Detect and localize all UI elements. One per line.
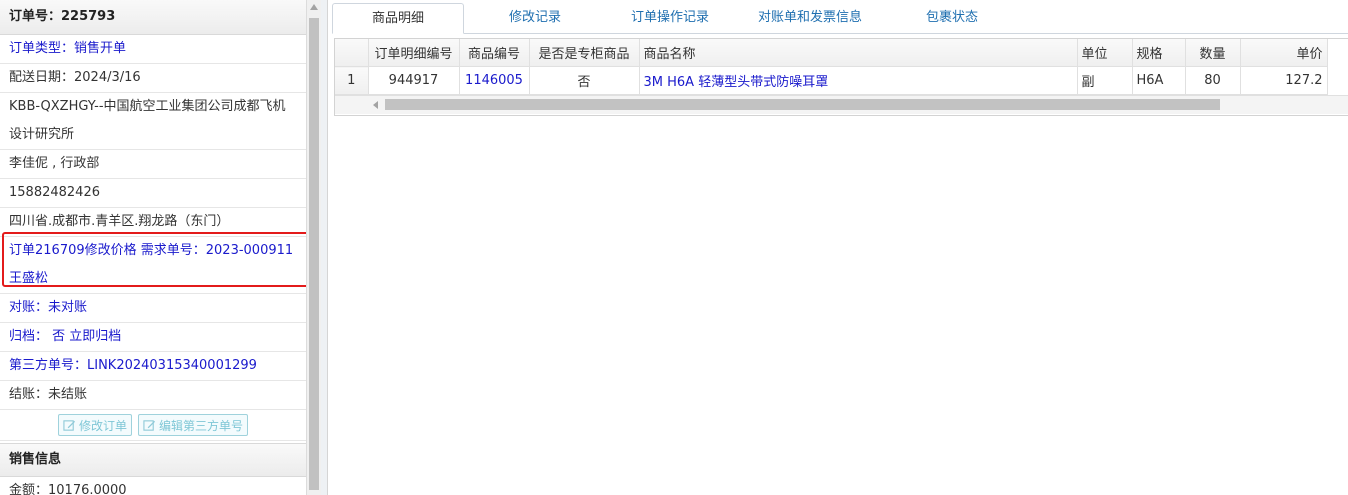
column-header[interactable]: 数量 [1185, 39, 1241, 67]
detail-tabs: 商品明细 修改记录 订单操作记录 对账单和发票信息 包裹状态 [332, 3, 1348, 34]
tab-package-status[interactable]: 包裹状态 [897, 3, 1007, 32]
column-header[interactable]: 是否是专柜商品 [529, 39, 640, 67]
product-number-link[interactable]: 1146005 [459, 66, 530, 95]
settlement-status: 结账：未结账 [0, 381, 306, 410]
order-type: 订单类型：销售开单 [0, 35, 306, 64]
delivery-date: 配送日期：2024/3/16 [0, 64, 306, 93]
order-number-header: 订单号：225793 [0, 0, 306, 35]
tab-operation-log[interactable]: 订单操作记录 [610, 3, 730, 32]
product-name-link[interactable]: 3M H6A 轻薄型头带式防噪耳罩 [639, 66, 1078, 95]
order-amount: 金额：10176.0000 [0, 477, 306, 495]
table-row[interactable]: 1 944917 1146005 否 3M H6A 轻薄型头带式防噪耳罩 副 H… [335, 66, 1328, 95]
detail-area: 商品明细 修改记录 订单操作记录 对账单和发票信息 包裹状态 订单明细编号 商品… [332, 0, 1348, 495]
tab-statement-invoice[interactable]: 对账单和发票信息 [740, 3, 880, 32]
detail-number-cell: 944917 [368, 66, 460, 95]
archive-status[interactable]: 归档： 否 立即归档 [0, 323, 306, 352]
tab-modify-log[interactable]: 修改记录 [475, 3, 595, 32]
reconciliation-status: 对账：未对账 [0, 294, 306, 323]
edit-third-party-label: 编辑第三方单号 [159, 418, 244, 433]
edit-icon [143, 419, 156, 431]
column-header[interactable]: 规格 [1132, 39, 1186, 67]
order-action-bar: 修改订单 编辑第三方单号 [0, 410, 306, 441]
sales-info-header: 销售信息 [0, 443, 306, 477]
order-info-panel: 订单号：225793 订单类型：销售开单 配送日期：2024/3/16 KBB-… [0, 0, 307, 495]
tab-product-detail[interactable]: 商品明细 [332, 3, 464, 34]
delivery-address: 四川省.成都市.青羊区.翔龙路（东门） [0, 208, 306, 237]
column-header[interactable]: 商品编号 [459, 39, 530, 67]
order-remark: 订单216709修改价格 需求单号：2023-000911王盛松 [0, 237, 306, 294]
row-number-header [335, 39, 369, 67]
column-header[interactable]: 单价 [1240, 39, 1328, 67]
quantity-cell: 80 [1185, 66, 1241, 95]
column-header[interactable]: 单位 [1077, 39, 1133, 67]
unit-cell: 副 [1077, 66, 1133, 95]
contact-phone: 15882482426 [0, 179, 306, 208]
panel-divider[interactable] [321, 0, 328, 495]
spec-cell: H6A [1132, 66, 1186, 95]
edit-third-party-button[interactable]: 编辑第三方单号 [138, 414, 249, 436]
horizontal-scrollbar-thumb[interactable] [385, 99, 1220, 110]
scroll-left-arrow-icon[interactable] [373, 101, 378, 109]
edit-order-button[interactable]: 修改订单 [57, 414, 132, 436]
scroll-up-arrow-icon[interactable] [310, 4, 318, 10]
product-grid: 订单明细编号 商品编号 是否是专柜商品 商品名称 单位 规格 数量 单价 1 9… [334, 38, 1348, 116]
horizontal-scrollbar[interactable] [335, 95, 1348, 114]
left-panel-scrollbar[interactable] [306, 0, 321, 495]
scrollbar-thumb[interactable] [309, 18, 319, 490]
table-header-row: 订单明细编号 商品编号 是否是专柜商品 商品名称 单位 规格 数量 单价 [335, 39, 1328, 67]
column-header[interactable]: 订单明细编号 [368, 39, 460, 67]
column-header[interactable]: 商品名称 [639, 39, 1078, 67]
contact-person: 李佳伲 , 行政部 [0, 150, 306, 179]
product-table: 订单明细编号 商品编号 是否是专柜商品 商品名称 单位 规格 数量 单价 1 9… [335, 39, 1328, 95]
unit-price-cell: 127.2 [1240, 66, 1328, 95]
counter-product-cell: 否 [529, 66, 640, 95]
row-number: 1 [335, 66, 369, 95]
third-party-order-no: 第三方单号：LINK20240315340001299 [0, 352, 306, 381]
customer-name: KBB-QXZHGY--中国航空工业集团公司成都飞机设计研究所 [0, 93, 306, 150]
edit-order-label: 修改订单 [78, 418, 127, 433]
edit-icon [63, 419, 76, 431]
